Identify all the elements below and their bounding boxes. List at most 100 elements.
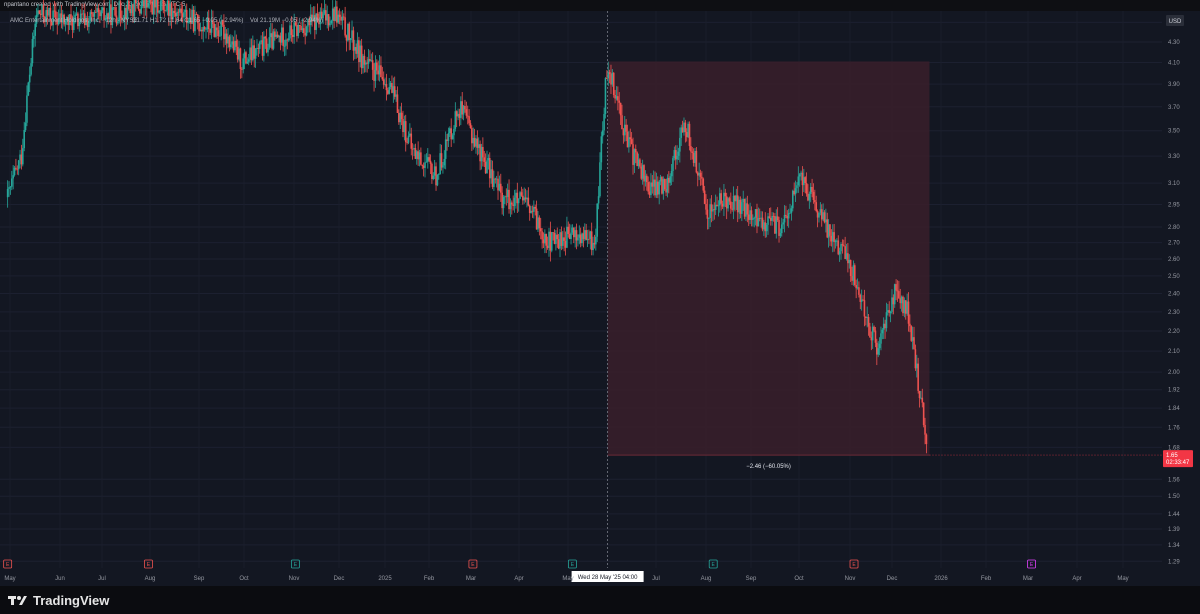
countdown-label: 02:33:47: [1166, 460, 1190, 466]
candle-body: [129, 9, 132, 14]
time-tick-label: Oct: [794, 576, 804, 582]
candle-body: [604, 78, 607, 115]
candle-body: [257, 47, 260, 49]
candle-body: [665, 189, 667, 193]
candle-body: [615, 96, 618, 99]
candle-body: [582, 233, 585, 240]
candle-body: [6, 188, 9, 198]
candle-body: [278, 35, 280, 38]
candle-body: [156, 0, 159, 13]
candle-body: [151, 4, 154, 15]
candle-body: [812, 191, 815, 200]
candle-body: [250, 47, 253, 61]
candle-body: [796, 185, 798, 189]
candle-body: [161, 0, 163, 2]
candle-body: [691, 151, 694, 153]
candle-body: [654, 179, 656, 196]
candle-body: [501, 192, 503, 209]
measure-box[interactable]: [607, 61, 930, 456]
candle-body: [436, 174, 439, 186]
candle-body: [915, 363, 918, 369]
price-tick-label: 2.20: [1168, 329, 1180, 335]
candle-body: [881, 329, 884, 334]
candle-body: [805, 183, 808, 194]
candle-body: [505, 196, 508, 198]
price-tick-label: 1.39: [1168, 527, 1180, 533]
candle-body: [909, 323, 911, 327]
candle-body: [34, 23, 37, 36]
candle-body: [37, 10, 39, 15]
candle-body: [785, 214, 787, 217]
candle-body: [600, 136, 603, 163]
candle-body: [502, 197, 505, 209]
candle-body: [272, 31, 275, 49]
candle-body: [842, 245, 845, 247]
candle-body: [287, 38, 290, 41]
candle-body: [898, 291, 900, 299]
candle-body: [231, 41, 233, 45]
candle-body: [371, 60, 374, 70]
candle-body: [904, 300, 907, 314]
candle-body: [433, 166, 436, 176]
time-tick-label: Feb: [424, 576, 435, 582]
candle-body: [753, 217, 756, 219]
candle-body: [815, 202, 818, 211]
measure-tool[interactable]: −2.46 (−60.05%): [607, 61, 930, 470]
candle-body: [403, 121, 406, 133]
candle-body: [486, 160, 488, 174]
candle-body: [816, 210, 819, 218]
candle-body: [859, 294, 862, 302]
candle-body: [632, 144, 634, 165]
candle-body: [95, 12, 97, 13]
currency-box[interactable]: USD: [1166, 15, 1184, 26]
candle-body: [601, 130, 604, 137]
candle-body: [688, 123, 691, 146]
candle-body: [732, 195, 735, 210]
candle-body: [464, 105, 466, 110]
time-tick-label: Nov: [289, 576, 300, 582]
candle-body: [825, 219, 827, 223]
candle-body: [650, 182, 652, 196]
candle-body: [629, 137, 632, 140]
candle-body: [28, 74, 31, 83]
candle-body: [509, 202, 512, 210]
candle-body: [9, 186, 12, 188]
candle-body: [81, 13, 83, 15]
candle-body: [213, 24, 216, 37]
candle-body: [24, 122, 27, 131]
time-tick-label: Dec: [334, 576, 345, 582]
candle-body: [684, 122, 687, 133]
candle-body: [30, 63, 32, 75]
candle-body: [553, 232, 556, 244]
candle-body: [331, 8, 334, 21]
candle-body: [267, 47, 269, 53]
candle-body: [668, 177, 670, 183]
candle-body: [265, 38, 268, 53]
candle-body: [429, 160, 432, 164]
candle-body: [752, 218, 754, 220]
candle-body: [581, 233, 583, 244]
candle-body: [703, 190, 706, 204]
candle-body: [614, 94, 616, 99]
candle-body: [362, 55, 364, 69]
candle-body: [829, 224, 831, 236]
candle-body: [261, 40, 264, 56]
candle-body: [853, 265, 856, 286]
candle-body: [163, 9, 166, 11]
candle-body: [236, 46, 239, 60]
candle-body: [216, 27, 218, 31]
candle-body: [539, 228, 542, 232]
candle-body: [404, 121, 407, 143]
candle-body: [26, 95, 28, 123]
candle-body: [409, 133, 411, 136]
price-tick-label: 1.84: [1168, 406, 1180, 412]
price-chart[interactable]: −2.46 (−60.05%) Wed 28 May '25 04:00 4.5…: [0, 0, 1200, 586]
candle-body: [713, 209, 716, 210]
time-tick-label: Dec: [887, 576, 898, 582]
candle-body: [264, 36, 267, 39]
candle-body: [90, 12, 93, 14]
candle-body: [592, 242, 594, 251]
time-tick-label: Sep: [746, 576, 757, 582]
tradingview-logo[interactable]: TradingView: [8, 593, 109, 608]
candle-body: [82, 13, 85, 15]
